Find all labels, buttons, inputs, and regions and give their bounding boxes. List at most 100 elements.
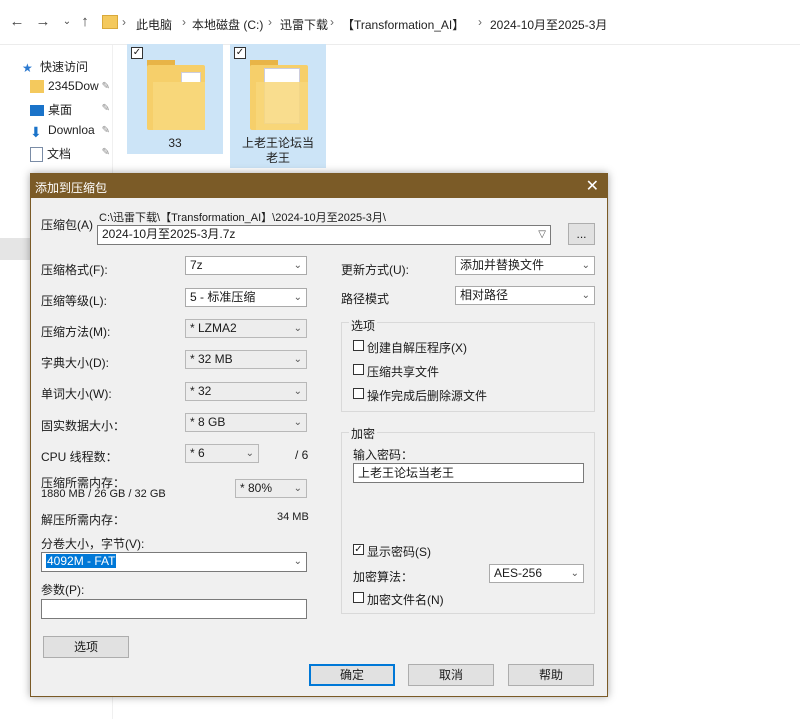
breadcrumb-separator: › — [268, 15, 272, 29]
options-button[interactable]: 选项 — [43, 636, 129, 658]
breadcrumb-separator: › — [182, 15, 186, 29]
solid-select[interactable]: * 8 GB ⌄ — [185, 413, 307, 432]
help-button[interactable]: 帮助 — [508, 664, 594, 686]
pin-icon: ✎ — [101, 125, 110, 136]
file-item[interactable]: ✓ 33 — [127, 44, 223, 154]
file-name: 33 — [168, 136, 182, 150]
pin-icon: ✎ — [101, 103, 110, 114]
encrypt-group-title: 加密 — [349, 425, 378, 442]
format-label: 压缩格式(F): — [41, 263, 108, 277]
sfx-label: 创建自解压程序(X) — [367, 341, 467, 355]
dict-label: 字典大小(D): — [41, 356, 109, 370]
breadcrumb-item[interactable]: 【Transformation_AI】 — [342, 16, 464, 33]
document-icon — [30, 147, 43, 163]
enc-method-value: AES-256 — [494, 566, 543, 580]
chevron-down-icon: ▽ — [538, 229, 546, 240]
split-combobox[interactable]: 4092M - FAT ⌄ — [41, 552, 307, 572]
word-label: 单词大小(W): — [41, 387, 112, 401]
sidebar-item-2345downloads[interactable]: 2345Dow ✎ — [30, 79, 110, 99]
checkbox-checked-icon[interactable]: ✓ — [131, 47, 143, 59]
params-label: 参数(P): — [41, 583, 85, 597]
options-group-title: 选项 — [349, 317, 378, 334]
shared-checkbox[interactable] — [353, 364, 364, 375]
recent-locations-chevron-icon[interactable]: ⌄ — [58, 12, 76, 32]
forward-arrow-icon[interactable]: → — [34, 12, 52, 32]
update-label: 更新方式(U): — [341, 263, 409, 277]
chevron-down-icon: ⌄ — [293, 386, 302, 397]
download-icon: ⬇ — [30, 123, 42, 140]
sidebar-item-downloads[interactable]: ⬇ Downloa ✎ — [30, 123, 110, 143]
cancel-button[interactable]: 取消 — [408, 664, 494, 686]
up-arrow-icon[interactable]: ↑ — [76, 12, 94, 32]
enc-method-select[interactable]: AES-256 ⌄ — [489, 564, 584, 583]
chevron-down-icon: ⌄ — [293, 292, 302, 303]
sidebar-item-documents[interactable]: 文档 ✎ — [30, 145, 110, 165]
chevron-down-icon: ⌄ — [581, 260, 590, 271]
solid-value: * 8 GB — [190, 415, 226, 429]
mem-value: * 80% — [240, 481, 273, 495]
folder-icon — [30, 80, 44, 94]
checkbox-checked-icon[interactable]: ✓ — [234, 47, 246, 59]
address-bar: ← → ⌄ ↑ › 此电脑 › 本地磁盘 (C:) › 迅雷下载 › 【Tran… — [0, 0, 800, 44]
method-label: 压缩方法(M): — [41, 325, 111, 339]
breadcrumb-separator: › — [330, 15, 334, 29]
delete-label: 操作完成后删除源文件 — [367, 389, 488, 403]
close-icon[interactable]: ✕ — [586, 176, 599, 196]
chevron-down-icon: ⌄ — [245, 448, 254, 459]
add-to-archive-dialog: 添加到压缩包 ✕ 压缩包(A) C:\迅雷下载\【Transformation_… — [30, 173, 608, 697]
browse-button[interactable]: ... — [568, 223, 595, 245]
chevron-down-icon: ⌄ — [293, 323, 302, 334]
star-icon: ★ — [22, 60, 33, 75]
enc-method-label: 加密算法： — [353, 570, 414, 584]
encrypt-names-label: 加密文件名(N) — [367, 593, 444, 607]
format-select[interactable]: 7z ⌄ — [185, 256, 307, 275]
cpu-label: CPU 线程数： — [41, 450, 118, 464]
chevron-down-icon: ⌄ — [293, 417, 302, 428]
pin-icon: ✎ — [101, 147, 110, 158]
breadcrumb-separator: › — [122, 15, 126, 29]
show-password-label: 显示密码(S) — [367, 545, 431, 559]
sidebar-quick-access[interactable]: ★ 快速访问 — [22, 58, 114, 78]
chevron-down-icon: ⌄ — [570, 568, 579, 579]
solid-label: 固实数据大小： — [41, 419, 126, 433]
breadcrumb-item[interactable]: 此电脑 — [136, 16, 172, 33]
level-select[interactable]: 5 - 标准压缩 ⌄ — [185, 288, 307, 307]
encrypt-names-checkbox[interactable] — [353, 592, 364, 603]
password-label: 输入密码： — [353, 448, 414, 462]
folder-icon — [250, 60, 308, 130]
dict-value: * 32 MB — [190, 352, 233, 366]
archive-name-value: 2024-10月至2025-3月.7z — [102, 227, 236, 241]
archive-path: C:\迅雷下载\【Transformation_AI】\2024-10月至202… — [99, 212, 386, 224]
params-input[interactable] — [41, 599, 307, 619]
breadcrumb-item[interactable]: 2024-10月至2025-3月 — [490, 16, 607, 33]
breadcrumb-item[interactable]: 本地磁盘 (C:) — [192, 16, 263, 33]
pin-icon: ✎ — [101, 81, 110, 92]
word-select[interactable]: * 32 ⌄ — [185, 382, 307, 401]
password-input[interactable]: 上老王论坛当老王 — [353, 463, 584, 483]
method-value: * LZMA2 — [190, 321, 237, 335]
divider — [0, 44, 800, 45]
decomp-label: 解压所需内存： — [41, 513, 126, 527]
file-item[interactable]: ✓ 上老王论坛当老王 — [230, 44, 326, 168]
mem-select[interactable]: * 80% ⌄ — [235, 479, 307, 498]
cpu-select[interactable]: * 6 ⌄ — [185, 444, 259, 463]
update-select[interactable]: 添加并替换文件 ⌄ — [455, 256, 595, 275]
delete-checkbox[interactable] — [353, 388, 364, 399]
dialog-titlebar: 添加到压缩包 ✕ — [31, 174, 607, 198]
show-password-checkbox[interactable]: ✓ — [353, 544, 364, 555]
sfx-checkbox[interactable] — [353, 340, 364, 351]
method-select[interactable]: * LZMA2 ⌄ — [185, 319, 307, 338]
breadcrumb-item[interactable]: 迅雷下载 — [280, 16, 328, 33]
sidebar-item-label: 文档 — [47, 147, 72, 161]
path-select[interactable]: 相对路径 ⌄ — [455, 286, 595, 305]
folder-icon — [147, 60, 205, 130]
sidebar-item-desktop[interactable]: 桌面 ✎ — [30, 101, 110, 121]
archive-name-combobox[interactable]: 2024-10月至2025-3月.7z ▽ — [97, 225, 551, 245]
cpu-value: * 6 — [190, 446, 205, 460]
split-value: 4092M - FAT — [46, 554, 117, 568]
ok-button[interactable]: 确定 — [309, 664, 395, 686]
back-arrow-icon[interactable]: ← — [8, 12, 26, 32]
dict-select[interactable]: * 32 MB ⌄ — [185, 350, 307, 369]
desktop-icon — [30, 105, 44, 117]
chevron-down-icon: ⌄ — [293, 556, 302, 567]
